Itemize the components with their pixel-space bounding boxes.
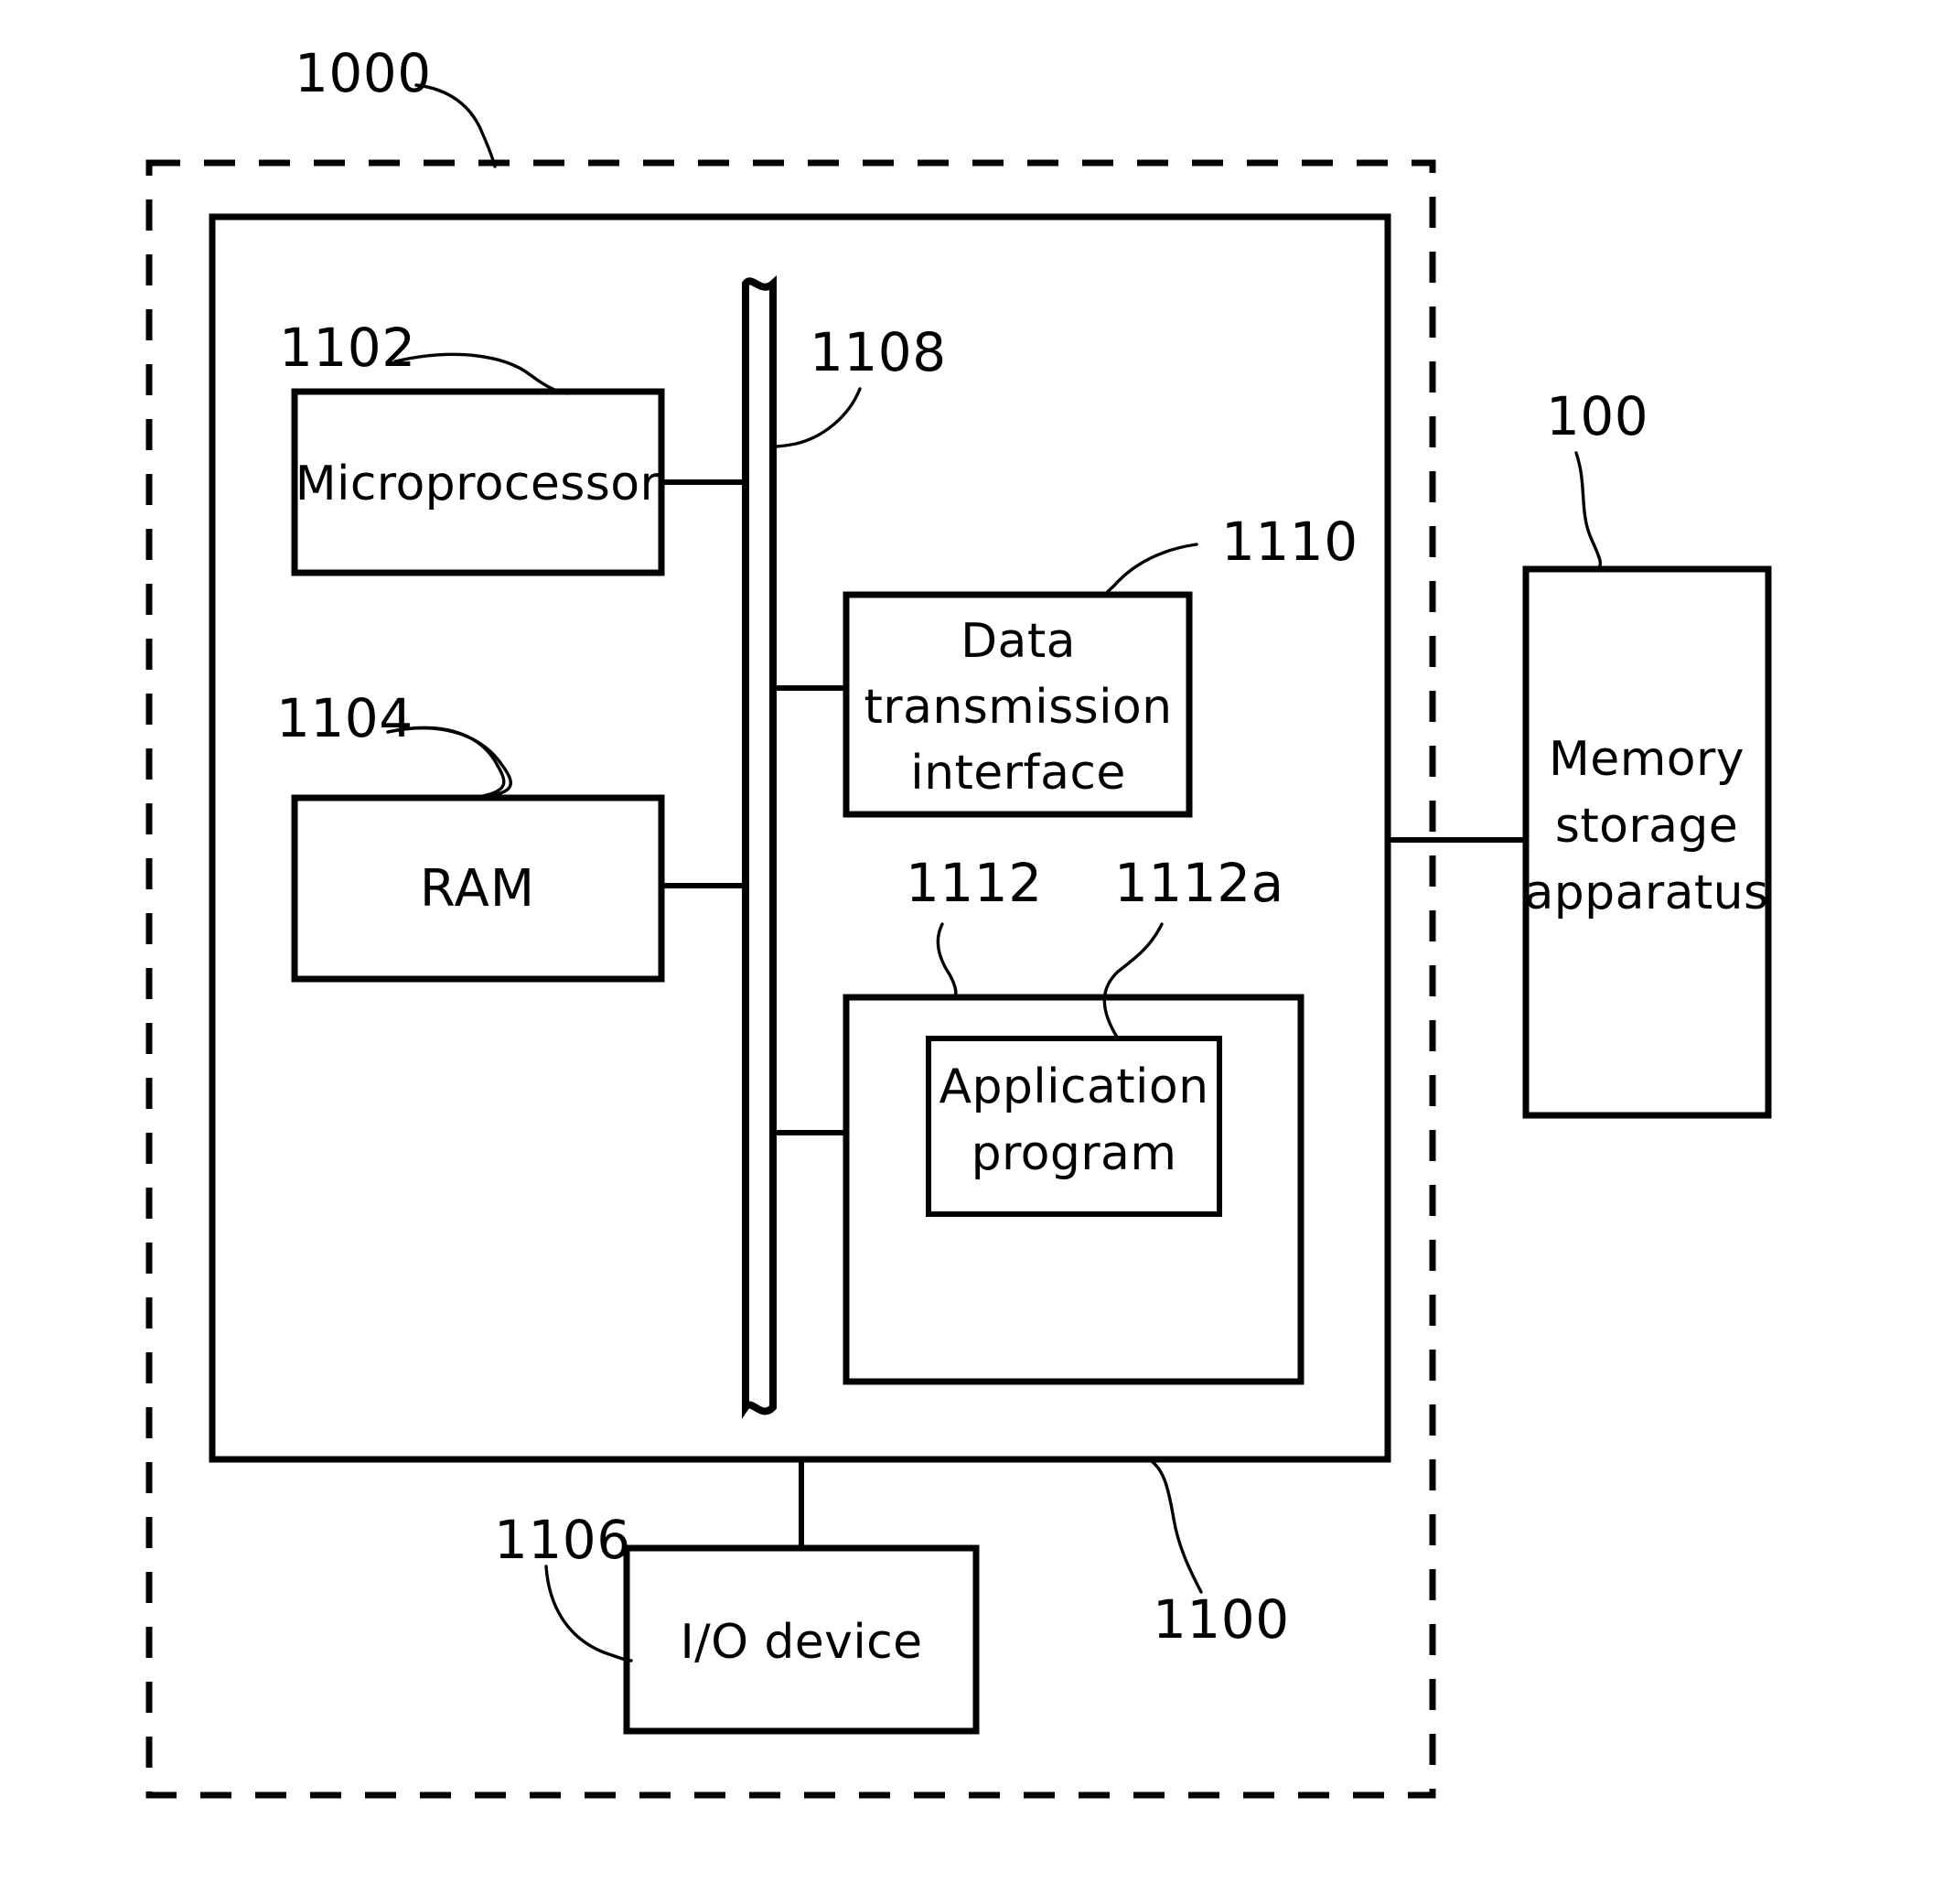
data-transmission-interface-line1: Data [961, 614, 1076, 669]
memory-storage-line1: Memory [1549, 732, 1745, 787]
io-device-label: I/O device [680, 1615, 922, 1670]
ref-1100: 1100 [1153, 1588, 1290, 1651]
microprocessor-label: Microprocessor [295, 457, 660, 511]
ram-label: RAM [420, 859, 535, 919]
ref-1108: 1108 [810, 321, 947, 383]
leader-host-computer [1147, 1458, 1203, 1594]
ref-1106: 1106 [494, 1509, 631, 1571]
ref-1112: 1112 [906, 852, 1043, 914]
ref-1102: 1102 [279, 317, 416, 379]
block-diagram-canvas: Microprocessor RAM Data transmission int… [145, 42, 1772, 1799]
leader-memory-storage-apparatus [1574, 451, 1603, 571]
data-transmission-interface-line2: transmission [864, 680, 1173, 735]
patent-figure: Microprocessor RAM Data transmission int… [0, 0, 1954, 1904]
memory-storage-line3: apparatus [1524, 866, 1768, 920]
ref-1104: 1104 [276, 687, 413, 749]
application-program-line2: program [972, 1126, 1177, 1181]
system-bus [742, 274, 777, 1419]
data-transmission-interface-line3: interface [910, 746, 1126, 801]
ref-1000: 1000 [295, 42, 432, 104]
leader-io-device [544, 1565, 633, 1662]
memory-storage-line2: storage [1555, 799, 1738, 854]
ref-100: 100 [1546, 385, 1648, 447]
ref-1112a: 1112a [1114, 852, 1284, 914]
ref-1110: 1110 [1221, 511, 1358, 573]
application-program-line1: Application [939, 1060, 1209, 1114]
